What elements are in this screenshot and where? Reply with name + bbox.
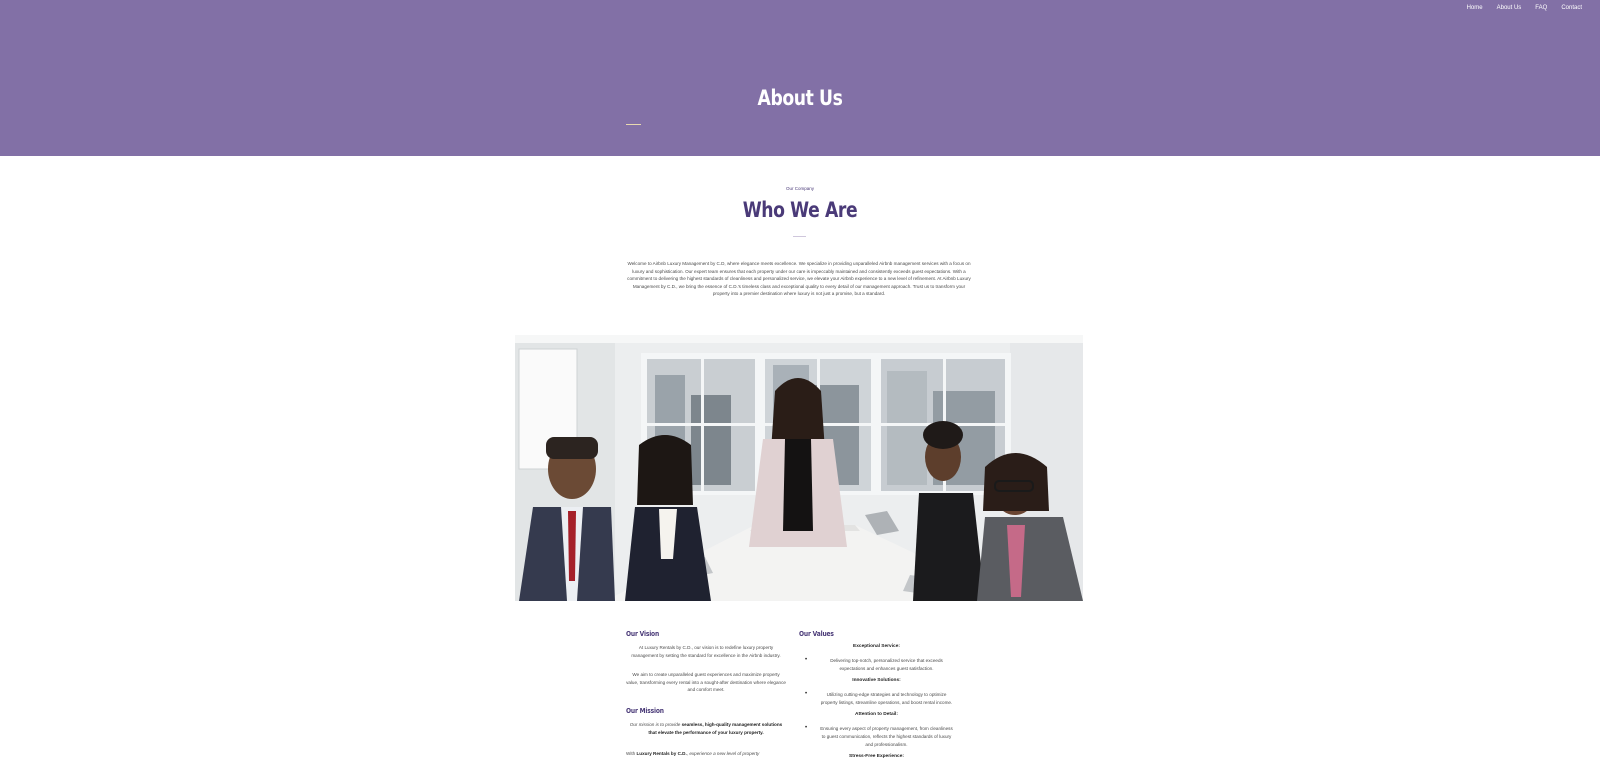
value-item-detail: • Ensuring every aspect of property mana… xyxy=(799,725,954,748)
bullet-icon: • xyxy=(805,657,808,663)
value-title-stress-free: Stress-Free Experience: xyxy=(849,754,904,760)
top-navigation: Home About Us FAQ Contact xyxy=(1467,5,1582,11)
section-divider xyxy=(793,236,806,237)
vision-paragraph-2: We aim to create unparalleled guest expe… xyxy=(626,672,786,693)
hero-divider xyxy=(626,124,641,125)
value-title-detail: Attention to Detail: xyxy=(855,712,898,718)
mission-heading: Our Mission xyxy=(626,706,664,715)
vision-mission-column: Our Vision At Luxury Rentals by C.D., ou… xyxy=(626,630,786,758)
value-text-innovation: Utilizing cutting-edge strategies and te… xyxy=(820,692,953,705)
team-meeting-illustration xyxy=(515,335,1083,601)
vision-paragraph-1: At Luxury Rentals by C.D., our vision is… xyxy=(631,645,781,658)
bullet-icon: • xyxy=(805,691,808,698)
value-item-service: • Delivering top-notch, personalized ser… xyxy=(799,657,954,672)
nav-faq-link[interactable]: FAQ xyxy=(1535,5,1547,11)
vision-heading: Our Vision xyxy=(626,630,660,638)
section-eyebrow: Our Company xyxy=(785,186,814,191)
nav-home-link[interactable]: Home xyxy=(1467,5,1483,11)
value-title-innovation: Innovative Solutions: xyxy=(852,678,901,684)
mission-paragraph-1: Our mission is to provide seamless, high… xyxy=(626,721,786,736)
bullet-icon: • xyxy=(805,725,808,732)
intro-paragraph: Welcome to Airbnb Luxury Management by C… xyxy=(627,261,971,297)
page-title: About Us xyxy=(757,86,843,110)
nav-contact-link[interactable]: Contact xyxy=(1561,5,1582,11)
hero-banner: Home About Us FAQ Contact About Us xyxy=(0,0,1600,156)
mission-p2-prefix: With xyxy=(626,751,637,757)
team-meeting-photo xyxy=(515,335,1083,601)
mission-paragraph-2: With Luxury Rentals by C.D., experience … xyxy=(626,750,786,758)
section-title: Who We Are xyxy=(742,198,858,222)
value-text-service: Delivering top-notch, personalized servi… xyxy=(830,658,943,671)
value-item-innovation: • Utilizing cutting-edge strategies and … xyxy=(799,691,954,706)
value-title-service: Exceptional Service: xyxy=(853,644,900,649)
values-column: Our Values Exceptional Service: • Delive… xyxy=(799,630,954,759)
mission-p2-italic: , experience a new level of property xyxy=(686,751,760,757)
values-heading: Our Values xyxy=(799,630,834,638)
value-text-detail: Ensuring every aspect of property manage… xyxy=(820,726,953,747)
mission-brand-name: Luxury Rentals by C.D. xyxy=(636,751,687,757)
mission-intro-text: Our mission is to provide xyxy=(629,721,682,727)
nav-about-link[interactable]: About Us xyxy=(1497,5,1522,11)
